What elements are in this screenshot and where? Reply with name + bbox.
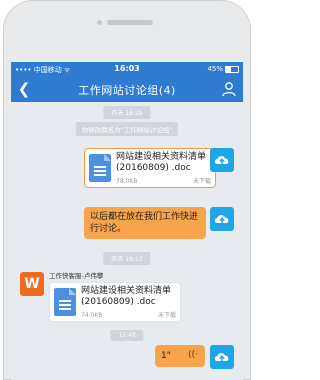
voice-duration: 1" — [161, 351, 171, 361]
battery-indicator: 45% — [207, 65, 239, 73]
system-message: 你修改群名为"工作网站讨论组" — [75, 122, 179, 136]
timestamp-2: 昨天 19:13 — [103, 252, 151, 265]
cloud-upload-icon[interactable] — [210, 148, 234, 172]
sender-name: 工作快客服-卢伟攀 — [49, 272, 104, 280]
file-name: 网站建设相关资料清单 (20160809) .doc — [116, 152, 207, 173]
person-icon[interactable] — [221, 81, 237, 97]
download-status: 未下载 — [157, 312, 176, 319]
document-icon — [54, 288, 76, 316]
file-size: 78.0KB — [116, 178, 138, 185]
timestamp-3: 15:48 — [110, 330, 144, 341]
text-message-mine[interactable]: 以后都在放在我们工作快进行讨论。 — [84, 207, 206, 239]
voice-message[interactable]: 1" ((· — [155, 345, 205, 367]
timestamp-1: 昨天 18:29 — [103, 106, 151, 119]
file-message-other[interactable]: 网站建设相关资料清单 (20160809) .doc 74.0KB 未下载 — [49, 282, 181, 322]
file-message-mine[interactable]: 网站建设相关资料清单 (20160809) .doc 78.0KB 未下载 — [84, 148, 216, 188]
status-bar: •••• 中国移动 ᯤ 16:03 45% — [11, 62, 243, 76]
document-icon — [89, 154, 111, 182]
battery-icon — [225, 65, 239, 73]
chat-screen: •••• 中国移动 ᯤ 16:03 45% ❮ 工作网站讨论组(4) 昨天 18… — [11, 62, 243, 380]
download-status: 未下载 — [192, 178, 211, 185]
sender-avatar[interactable]: W — [20, 272, 44, 296]
cloud-upload-icon[interactable] — [210, 207, 234, 231]
cloud-upload-icon[interactable] — [210, 345, 234, 369]
sound-wave-icon: ((· — [188, 350, 198, 360]
camera-dot — [97, 20, 102, 25]
file-size: 74.0KB — [81, 312, 103, 319]
speaker-slot — [107, 20, 153, 25]
chevron-left-icon[interactable]: ❮ — [16, 81, 32, 97]
nav-bar: ❮ 工作网站讨论组(4) — [11, 76, 243, 102]
page-title: 工作网站讨论组(4) — [78, 84, 176, 97]
file-name: 网站建设相关资料清单 (20160809) .doc — [81, 286, 172, 307]
battery-percent: 45% — [207, 65, 223, 73]
